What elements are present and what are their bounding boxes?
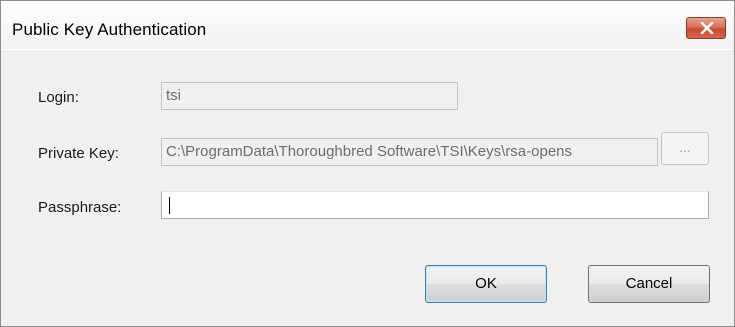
title-bar[interactable]: Public Key Authentication <box>1 1 734 50</box>
private-key-field[interactable]: C:\ProgramData\Thoroughbred Software\TSI… <box>161 138 658 166</box>
close-x-icon <box>700 22 714 34</box>
close-button[interactable] <box>686 17 726 39</box>
login-value: tsi <box>166 87 181 104</box>
public-key-auth-dialog: Public Key Authentication Login: tsi Pri… <box>0 0 735 327</box>
browse-button[interactable]: ... <box>661 132 709 165</box>
passphrase-label: Passphrase: <box>38 199 122 216</box>
private-key-value: C:\ProgramData\Thoroughbred Software\TSI… <box>166 143 573 160</box>
login-field[interactable]: tsi <box>161 82 458 110</box>
text-caret <box>169 197 170 214</box>
private-key-label: Private Key: <box>38 145 119 162</box>
ok-button[interactable]: OK <box>425 265 547 303</box>
login-label: Login: <box>38 89 79 106</box>
dialog-title: Public Key Authentication <box>12 20 207 39</box>
cancel-button[interactable]: Cancel <box>588 265 710 303</box>
passphrase-input[interactable] <box>161 191 709 219</box>
